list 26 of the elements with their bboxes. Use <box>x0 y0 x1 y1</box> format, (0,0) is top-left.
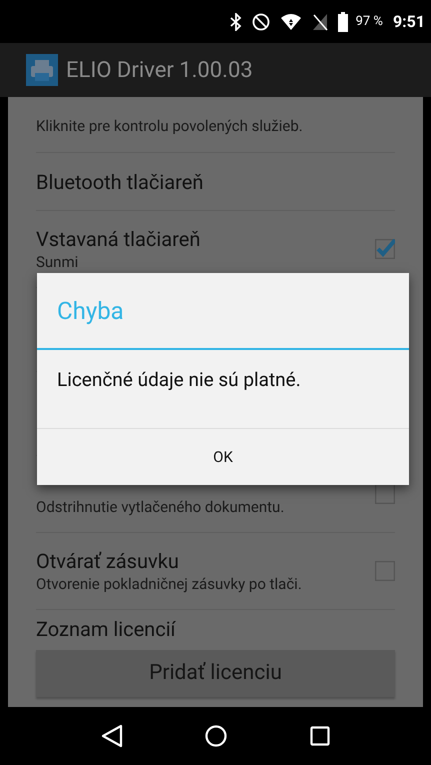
checkbox[interactable] <box>375 484 395 504</box>
setting-summary: Sunmi <box>36 252 80 272</box>
ok-button[interactable]: OK <box>37 429 409 485</box>
bluetooth-icon <box>230 12 242 30</box>
setting-summary: Kliknite pre kontrolu povolených služieb. <box>36 116 303 137</box>
setting-summary: Otvorenie pokladničnej zásuvky po tlači. <box>36 574 302 594</box>
battery-percentage: 97 % <box>356 12 383 31</box>
clock-time: 9:51 <box>392 10 425 32</box>
setting-title: Vstavaná tlačiareň <box>36 226 200 252</box>
app-title: ELIO Driver 1.00.03 <box>66 56 253 84</box>
add-license-button[interactable]: Pridať licenciu <box>36 650 395 697</box>
setting-title: Otvárať zásuvku <box>36 548 180 574</box>
do-not-disturb-icon <box>252 12 270 30</box>
checkbox[interactable] <box>375 239 395 259</box>
back-icon[interactable] <box>101 724 124 748</box>
home-icon[interactable] <box>205 725 228 747</box>
wifi-icon <box>280 12 302 30</box>
dialog-title: Chyba <box>56 296 125 326</box>
battery-icon <box>338 12 348 32</box>
dialog-message: Licenčné údaje nie sú platné. <box>57 368 301 391</box>
setting-summary: Odstrihnutie vytlačeného dokumentu. <box>36 497 284 517</box>
recent-apps-icon[interactable] <box>310 726 330 746</box>
no-sim-icon <box>312 12 328 30</box>
printer-icon <box>26 54 58 86</box>
section-header: Zoznam licencií <box>36 616 176 643</box>
setting-item[interactable]: Bluetooth tlačiareň <box>36 153 395 210</box>
